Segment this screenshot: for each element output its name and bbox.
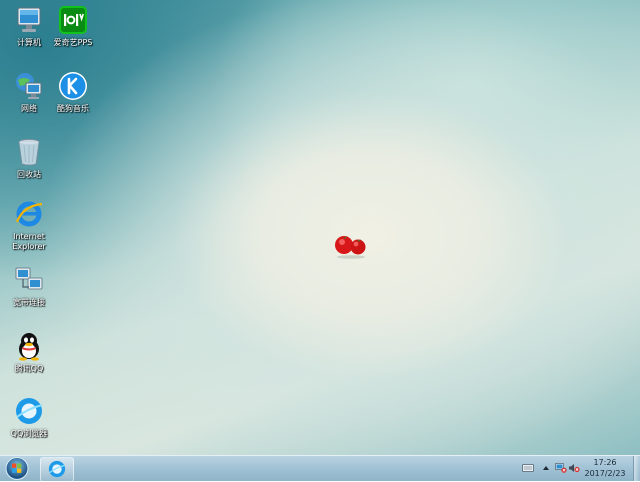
clock-time[interactable]: 17:26 [580, 458, 630, 467]
desktop-icon-label: 宽带连接 [13, 298, 45, 307]
qq-browser-icon [48, 460, 66, 478]
recycle-bin-icon [18, 139, 40, 166]
keyboard-icon[interactable] [522, 463, 534, 473]
desktop-icon-qq[interactable]: 腾讯QQ [0, 330, 58, 374]
desktop-icon-kugou[interactable]: 酷狗音乐 [44, 70, 102, 114]
volume-muted-icon[interactable] [568, 463, 580, 473]
system-tray: 17:26 2017/2/23 [510, 456, 640, 481]
iqiyi-icon [59, 6, 87, 34]
internet-explorer-icon [15, 201, 43, 227]
desktop[interactable]: 计算机 爱奇艺PPS 网络 酷狗音乐 回收站 Internet Explorer… [0, 0, 640, 455]
desktop-icon-broadband[interactable]: 宽带连接 [0, 264, 58, 308]
qq-browser-icon [16, 398, 43, 424]
desktop-icon-label: QQ浏览器 [10, 429, 48, 438]
qq-icon [19, 333, 39, 361]
desktop-icon-label: 酷狗音乐 [57, 104, 89, 113]
taskbar: 17:26 2017/2/23 [0, 455, 640, 482]
desktop-icon-label: 腾讯QQ [14, 364, 44, 373]
desktop-icon-iqiyi-pps[interactable]: 爱奇艺PPS [44, 4, 102, 48]
show-desktop-button[interactable] [633, 456, 640, 481]
desktop-icon-internet-explorer[interactable]: Internet Explorer [0, 198, 58, 252]
desktop-icon-recycle-bin[interactable]: 回收站 [0, 136, 58, 180]
taskbar-button-qq-browser[interactable] [40, 457, 74, 482]
desktop-icon-label: 回收站 [17, 170, 41, 179]
windows-logo-icon[interactable] [4, 456, 30, 481]
broadband-connection-icon [15, 267, 43, 290]
desktop-icon-qq-browser[interactable]: QQ浏览器 [0, 395, 58, 439]
desktop-icon-label: Internet Explorer [12, 232, 46, 251]
tomato-icon [335, 236, 366, 259]
network-status-icon[interactable] [555, 463, 567, 473]
network-icon [16, 73, 42, 99]
computer-icon [17, 7, 41, 32]
clock-date[interactable]: 2017/2/23 [580, 469, 630, 478]
kugou-icon [59, 72, 87, 100]
desktop-icon-label: 爱奇艺PPS [53, 38, 93, 47]
arrow-up-icon[interactable] [540, 463, 552, 473]
